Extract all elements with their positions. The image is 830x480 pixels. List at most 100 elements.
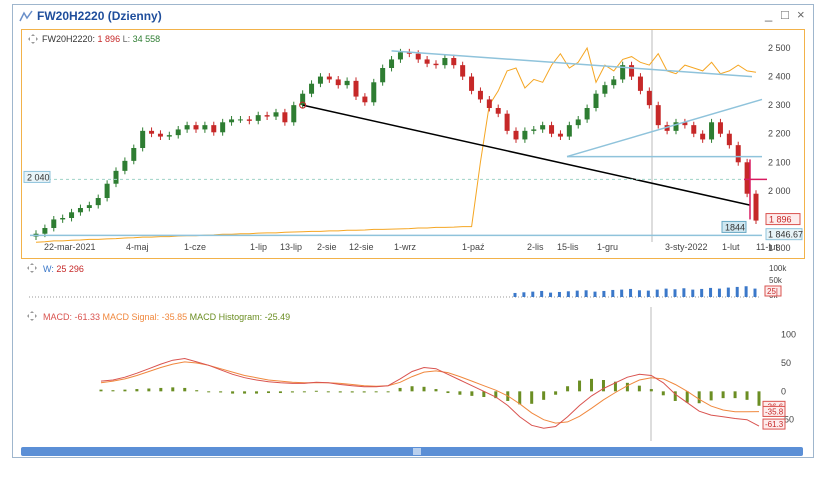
x-tick-label: 22-mar-2021 bbox=[44, 242, 96, 252]
volume-bar bbox=[753, 288, 757, 297]
candle-body bbox=[557, 133, 563, 137]
histogram-bar bbox=[350, 391, 354, 393]
histogram-bar bbox=[530, 391, 534, 404]
histogram-bar bbox=[590, 378, 594, 392]
histogram-bar bbox=[386, 391, 390, 393]
x-tick-label: 1-gru bbox=[597, 242, 618, 252]
candle-body bbox=[451, 58, 457, 66]
trend-line bbox=[302, 104, 751, 206]
y-tick-label: 2 500 bbox=[768, 43, 791, 53]
candle-body bbox=[717, 122, 723, 134]
candle-body bbox=[629, 65, 635, 77]
volume-bar bbox=[575, 290, 579, 297]
histogram-bar bbox=[542, 391, 546, 400]
macd-series-label: -61.3 bbox=[765, 420, 784, 429]
x-tick-label: 1-lip bbox=[250, 242, 267, 252]
histogram-bar bbox=[374, 391, 378, 393]
candle-body bbox=[166, 135, 172, 137]
title-bar: FW20H2220 (Dzienny) _ □ × bbox=[13, 5, 813, 27]
candle-body bbox=[193, 125, 199, 130]
candle-body bbox=[95, 198, 101, 206]
volume-bar bbox=[602, 290, 606, 297]
candle-body bbox=[264, 115, 270, 117]
volume-bar bbox=[637, 290, 641, 297]
minimize-button[interactable]: _ bbox=[765, 7, 772, 22]
candle-body bbox=[389, 59, 395, 68]
candle-body bbox=[611, 79, 617, 86]
candle-body bbox=[735, 145, 741, 163]
histogram-bar bbox=[314, 390, 318, 392]
horizontal-scrollbar[interactable] bbox=[21, 447, 803, 456]
histogram-bar bbox=[637, 385, 641, 392]
volume-bar bbox=[717, 288, 721, 297]
candle-body bbox=[566, 125, 572, 137]
volume-bar bbox=[673, 289, 677, 297]
volume-bar bbox=[593, 291, 597, 297]
symbol-label: FW20H2220: bbox=[42, 34, 96, 44]
volume-label: W: bbox=[43, 264, 54, 274]
candle-body bbox=[700, 133, 706, 140]
volume-bar bbox=[522, 292, 526, 297]
close-button[interactable]: × bbox=[797, 7, 805, 22]
candle-body bbox=[442, 58, 448, 66]
x-tick-label: 1-lut bbox=[722, 242, 740, 252]
move-icon[interactable] bbox=[27, 33, 39, 45]
volume-bar bbox=[726, 287, 730, 297]
low-price-label: 1 846.67 bbox=[768, 230, 803, 240]
histogram-bar bbox=[470, 391, 474, 396]
volume-bar bbox=[584, 290, 588, 297]
volume-y-tick: 100k bbox=[769, 264, 787, 273]
candle-body bbox=[184, 125, 190, 130]
move-icon[interactable] bbox=[26, 262, 38, 274]
hist-value: MACD Histogram: -25.49 bbox=[189, 312, 291, 322]
x-tick-label: 12-sie bbox=[349, 242, 374, 252]
candle-body bbox=[397, 52, 403, 60]
candle-body bbox=[69, 212, 75, 218]
candle-body bbox=[593, 93, 599, 108]
histogram-bar bbox=[302, 391, 306, 393]
macd-y-tick: 0 bbox=[781, 386, 786, 396]
candle-body bbox=[122, 160, 128, 171]
histogram-bar bbox=[446, 391, 450, 394]
volume-bar bbox=[744, 286, 748, 297]
move-icon[interactable] bbox=[26, 310, 38, 322]
x-tick-label: 3-sty-2022 bbox=[665, 242, 708, 252]
histogram-bar bbox=[757, 391, 761, 406]
volume-chart[interactable]: 100k50k0k25| bbox=[21, 259, 803, 301]
scrollbar-thumb[interactable] bbox=[413, 448, 421, 455]
histogram-bar bbox=[231, 391, 235, 394]
histogram-bar bbox=[195, 390, 199, 392]
candle-body bbox=[380, 68, 386, 83]
volume-bar bbox=[629, 288, 633, 297]
candle-body bbox=[326, 76, 332, 80]
histogram-bar bbox=[649, 389, 653, 392]
price-chart[interactable]: 2 5002 4002 3002 2002 1002 0001 9001 800… bbox=[22, 30, 804, 258]
candle-body bbox=[504, 113, 510, 131]
histogram-bar bbox=[183, 387, 187, 392]
histogram-bar bbox=[697, 391, 701, 404]
candle-body bbox=[309, 83, 315, 94]
candle-body bbox=[495, 108, 501, 114]
histogram-bar bbox=[123, 389, 127, 392]
y-tick-label: 2 200 bbox=[768, 129, 791, 139]
oi-label: L: bbox=[122, 34, 131, 44]
macd-series-label: -35.8 bbox=[765, 407, 784, 416]
histogram-bar bbox=[159, 387, 163, 392]
candle-body bbox=[371, 82, 377, 103]
candle-body bbox=[104, 183, 110, 198]
maximize-button[interactable]: □ bbox=[781, 7, 789, 22]
macd-chart[interactable]: 100500-50-36.6-35.8-61.3 bbox=[21, 307, 803, 441]
last-price: 1 896 bbox=[97, 34, 121, 44]
histogram-bar bbox=[625, 382, 629, 392]
candle-body bbox=[175, 129, 181, 136]
candle-body bbox=[157, 133, 163, 137]
signal-line bbox=[100, 361, 760, 424]
y-tick-label: 2 400 bbox=[768, 72, 791, 82]
y-tick-label: 2 300 bbox=[768, 100, 791, 110]
x-tick-label: 2-lis bbox=[527, 242, 544, 252]
volume-panel: 100k50k0k25| W: 25 296 bbox=[21, 259, 803, 301]
histogram-bar bbox=[745, 391, 749, 400]
histogram-bar bbox=[290, 391, 294, 393]
candle-body bbox=[531, 129, 537, 131]
x-tick-label: 11-lut bbox=[756, 242, 778, 252]
